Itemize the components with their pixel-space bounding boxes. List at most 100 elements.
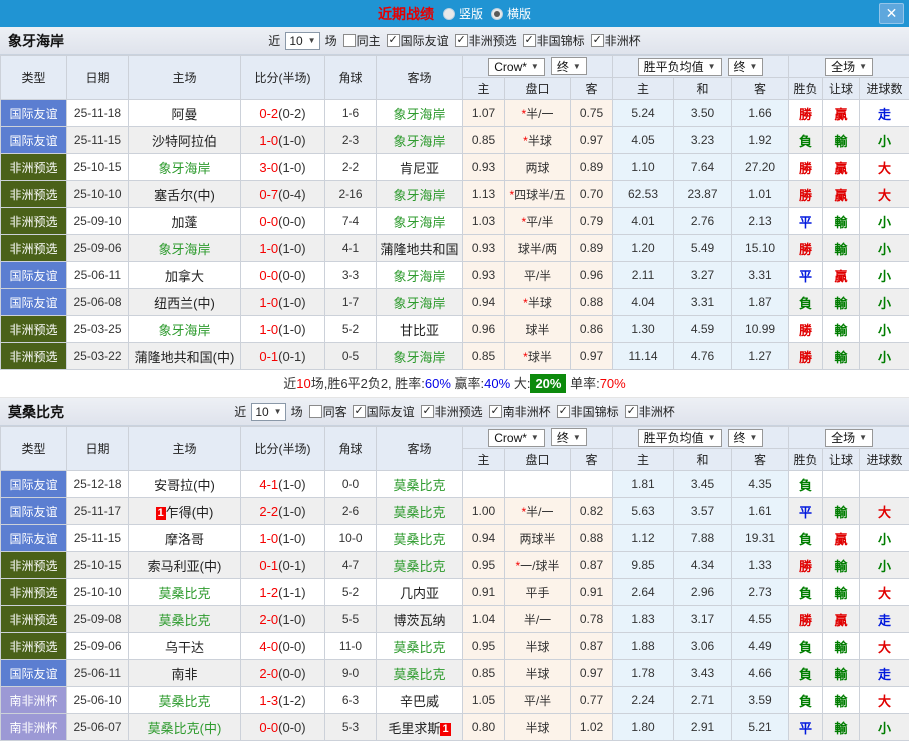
checkbox-label: 国际友谊	[401, 32, 449, 49]
odds-source-dropdown[interactable]: Crow*▼	[488, 58, 545, 76]
team-name-text: 象牙海岸	[158, 161, 210, 176]
fulltime-dropdown[interactable]: 全场▼	[825, 58, 873, 76]
fulltime-dropdown[interactable]: 全场▼	[825, 429, 873, 447]
odds-away-cell: 0.79	[571, 208, 613, 235]
match-count-select[interactable]: 10▼	[285, 32, 319, 50]
competition-checkbox[interactable]: ✓非洲杯	[625, 403, 675, 420]
handicap-cell: 平/半	[505, 262, 571, 289]
handicap-result-cell: 輸	[823, 633, 860, 660]
section-team-name: 象牙海岸	[8, 31, 64, 51]
avg-odds-dropdown[interactable]: 胜平负均值▼	[638, 429, 722, 447]
team-name-text: 沙特阿拉伯	[152, 134, 217, 149]
home-team-cell: 象牙海岸	[129, 235, 241, 262]
avg-away-cell: 1.66	[732, 100, 789, 127]
competition-checkbox[interactable]: ✓非国锦标	[523, 32, 585, 49]
team-name-text: 辛巴威	[400, 694, 439, 709]
avg-draw-cell: 2.71	[674, 687, 732, 714]
result-cell: 平	[789, 498, 823, 525]
avg-home-cell: 1.20	[613, 235, 674, 262]
halftime-score: (1-0)	[278, 160, 305, 175]
match-row: 非洲预选25-09-10加蓬0-0(0-0)7-4象牙海岸1.03*平/半0.7…	[1, 208, 909, 235]
goals-result-cell: 大	[860, 633, 909, 660]
close-button[interactable]: ✕	[879, 3, 904, 24]
checkbox-icon: ✓	[523, 34, 536, 47]
avg-draw-cell: 4.59	[674, 316, 732, 343]
score-cell: 2-0(1-0)	[241, 606, 325, 633]
team-name-text: 乌干达	[165, 640, 204, 655]
odds-source-dropdown[interactable]: Crow*▼	[488, 429, 545, 447]
sub-column-header: 主	[463, 78, 505, 100]
match-row: 非洲预选25-03-22蒲隆地共和国(中)0-1(0-1)0-5象牙海岸0.85…	[1, 343, 909, 370]
competition-checkbox[interactable]: ✓非国锦标	[557, 403, 619, 420]
fulltime-score: 0-2	[259, 106, 278, 121]
away-team-cell: 莫桑比克	[377, 498, 463, 525]
odds-final-dropdown[interactable]: 终▼	[551, 57, 587, 75]
same-venue-checkbox[interactable]: 同客	[309, 403, 347, 420]
team-name-text: 象牙海岸	[393, 188, 445, 203]
match-type-cell: 国际友谊	[1, 127, 67, 154]
over-rate-badge: 20%	[530, 374, 566, 393]
goals-result-cell: 大	[860, 154, 909, 181]
avg-draw-cell: 3.17	[674, 606, 732, 633]
handicap-cell: *半球	[505, 289, 571, 316]
result-cell: 勝	[789, 343, 823, 370]
odds-home-cell: 0.94	[463, 525, 505, 552]
date-cell: 25-10-10	[67, 579, 129, 606]
odds-home-cell: 0.85	[463, 127, 505, 154]
result-cell: 勝	[789, 154, 823, 181]
layout-radio-横版[interactable]: 横版	[491, 5, 531, 22]
odds-away-cell	[571, 471, 613, 498]
corner-cell: 5-2	[325, 316, 377, 343]
odds-final-dropdown[interactable]: 终▼	[551, 428, 587, 446]
home-team-cell: 蒲隆地共和国(中)	[129, 343, 241, 370]
filter-bar: 近10▼场同客✓国际友谊✓非洲预选✓南非洲杯✓非国锦标✓非洲杯	[234, 403, 674, 421]
radio-icon	[491, 8, 503, 20]
handicap-result-cell: 贏	[823, 606, 860, 633]
halftime-score: (0-0)	[278, 639, 305, 654]
handicap-result-cell: 贏	[823, 154, 860, 181]
sub-column-header: 进球数	[860, 449, 909, 471]
competition-checkbox[interactable]: ✓国际友谊	[387, 32, 449, 49]
team-name-text: 莫桑比克	[393, 478, 445, 493]
summary-text: 大:	[510, 376, 530, 391]
goals-result-cell: 大	[860, 579, 909, 606]
avg-home-cell: 1.12	[613, 525, 674, 552]
competition-checkbox[interactable]: ✓非洲预选	[421, 403, 483, 420]
avg-home-cell: 5.24	[613, 100, 674, 127]
summary-row: 近10场,胜6平2负2, 胜率:60% 赢率:40% 大:20% 单率:70%	[0, 370, 909, 398]
competition-checkbox[interactable]: ✓非洲预选	[455, 32, 517, 49]
away-team-cell: 莫桑比克	[377, 552, 463, 579]
competition-checkbox[interactable]: ✓南非洲杯	[489, 403, 551, 420]
match-type-cell: 非洲预选	[1, 235, 67, 262]
avg-final-dropdown[interactable]: 终▼	[728, 429, 764, 447]
odds-away-cell: 0.70	[571, 181, 613, 208]
match-type-cell: 南非洲杯	[1, 714, 67, 741]
halftime-score: (0-0)	[278, 666, 305, 681]
match-count-select[interactable]: 10▼	[251, 403, 285, 421]
avg-final-dropdown[interactable]: 终▼	[728, 58, 764, 76]
date-cell: 25-06-10	[67, 687, 129, 714]
odds-away-cell: 0.87	[571, 633, 613, 660]
odds-away-cell: 0.77	[571, 687, 613, 714]
avg-odds-dropdown[interactable]: 胜平负均值▼	[638, 58, 722, 76]
handicap-text: 半球	[528, 134, 552, 148]
competition-checkbox[interactable]: ✓非洲杯	[591, 32, 641, 49]
sub-column-header: 和	[674, 449, 732, 471]
halftime-score: (0-1)	[278, 349, 305, 364]
sub-column-header: 客	[732, 449, 789, 471]
away-team-cell: 莫桑比克	[377, 633, 463, 660]
team-name-text: 甘比亚	[400, 323, 439, 338]
handicap-cell: 平手	[505, 579, 571, 606]
odds-group-header: Crow*▼ 终▼	[463, 427, 613, 449]
goals-result-cell: 小	[860, 552, 909, 579]
layout-radio-竖版[interactable]: 竖版	[443, 5, 483, 22]
team-name-text: 莫桑比克	[393, 640, 445, 655]
competition-checkbox[interactable]: ✓国际友谊	[353, 403, 415, 420]
same-venue-checkbox[interactable]: 同主	[343, 32, 381, 49]
fulltime-score: 1-3	[259, 693, 278, 708]
halftime-score: (1-0)	[278, 133, 305, 148]
score-cell: 1-0(1-0)	[241, 127, 325, 154]
date-cell: 25-03-25	[67, 316, 129, 343]
sub-column-header: 盘口	[505, 78, 571, 100]
team-name-text: 莫桑比克	[393, 505, 445, 520]
